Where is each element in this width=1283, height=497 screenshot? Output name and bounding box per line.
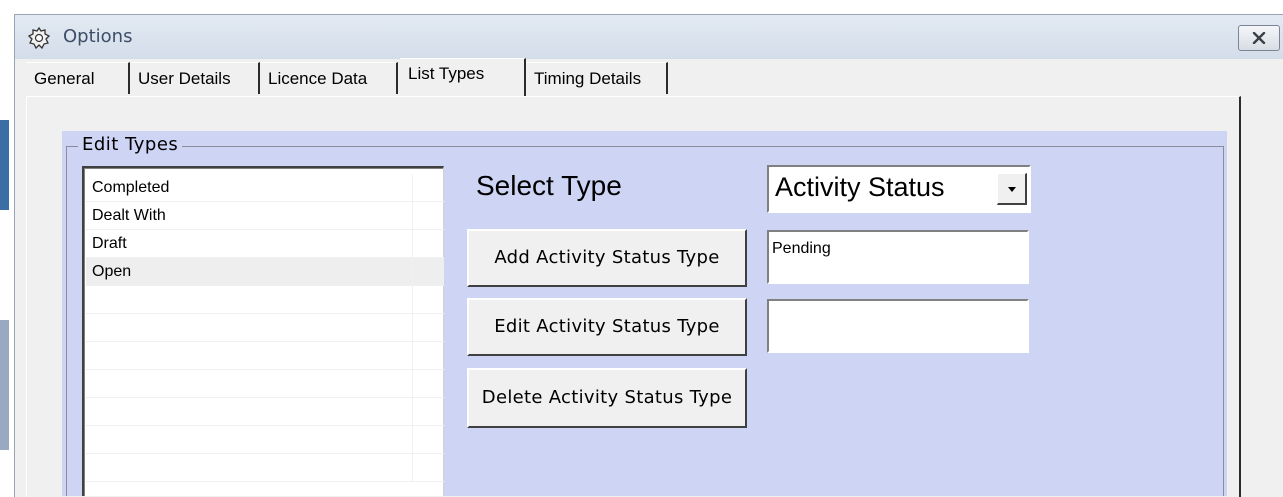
close-button[interactable]	[1238, 25, 1280, 51]
close-icon	[1252, 29, 1266, 48]
type-select[interactable]: Activity Status	[767, 165, 1031, 213]
add-type-button[interactable]: Add Activity Status Type	[467, 229, 747, 287]
list-item[interactable]: Draft	[86, 230, 444, 258]
tab-strip: General User Details Licence Data List T…	[26, 58, 1026, 96]
column-divider	[412, 202, 413, 229]
window-title: Options	[63, 26, 133, 47]
edit-type-input[interactable]	[767, 299, 1029, 353]
list-item-empty[interactable]	[86, 314, 444, 342]
list-item-label: Dealt With	[92, 207, 166, 224]
list-item-empty[interactable]	[86, 370, 444, 398]
column-divider	[412, 426, 413, 453]
column-divider	[412, 398, 413, 425]
tab-user-details[interactable]: User Details	[130, 62, 260, 94]
list-item[interactable]: Dealt With	[86, 202, 444, 230]
column-divider	[412, 454, 413, 481]
tab-licence-data[interactable]: Licence Data	[260, 62, 398, 94]
tab-timing-details[interactable]: Timing Details	[526, 62, 668, 94]
gear-puzzle-icon	[27, 26, 51, 50]
group-title: Edit Types	[78, 134, 183, 155]
list-item-empty[interactable]	[86, 454, 444, 482]
list-item-empty[interactable]	[86, 398, 444, 426]
chevron-down-icon	[1006, 179, 1018, 198]
list-item-label: Draft	[92, 235, 127, 252]
background-window-edge	[0, 120, 9, 210]
list-item[interactable]: Completed	[86, 174, 444, 202]
column-divider	[412, 342, 413, 369]
delete-type-button[interactable]: Delete Activity Status Type	[467, 368, 747, 428]
types-listbox[interactable]: Completed Dealt With Draft Open	[82, 166, 444, 496]
select-type-label: Select Type	[476, 170, 622, 201]
type-select-value: Activity Status	[775, 172, 945, 202]
add-type-input[interactable]: Pending	[767, 230, 1029, 284]
column-divider	[412, 258, 413, 285]
column-divider	[412, 174, 413, 201]
column-divider	[412, 314, 413, 341]
list-item-selected[interactable]: Open	[86, 258, 444, 286]
background-window-edge-lower	[0, 320, 9, 450]
list-item-empty[interactable]	[86, 286, 444, 314]
list-item-empty[interactable]	[86, 426, 444, 454]
list-item-label: Completed	[92, 179, 170, 196]
add-type-input-value: Pending	[772, 240, 831, 257]
column-divider	[412, 370, 413, 397]
list-item-empty[interactable]	[86, 342, 444, 370]
dropdown-button[interactable]	[997, 173, 1027, 205]
tab-list-types[interactable]: List Types	[400, 58, 526, 96]
tab-general[interactable]: General	[26, 62, 130, 94]
list-item-label: Open	[92, 263, 132, 280]
column-divider	[412, 286, 413, 313]
edit-type-button[interactable]: Edit Activity Status Type	[467, 298, 747, 356]
title-bar[interactable]: Options	[15, 15, 1283, 59]
column-divider	[412, 230, 413, 257]
